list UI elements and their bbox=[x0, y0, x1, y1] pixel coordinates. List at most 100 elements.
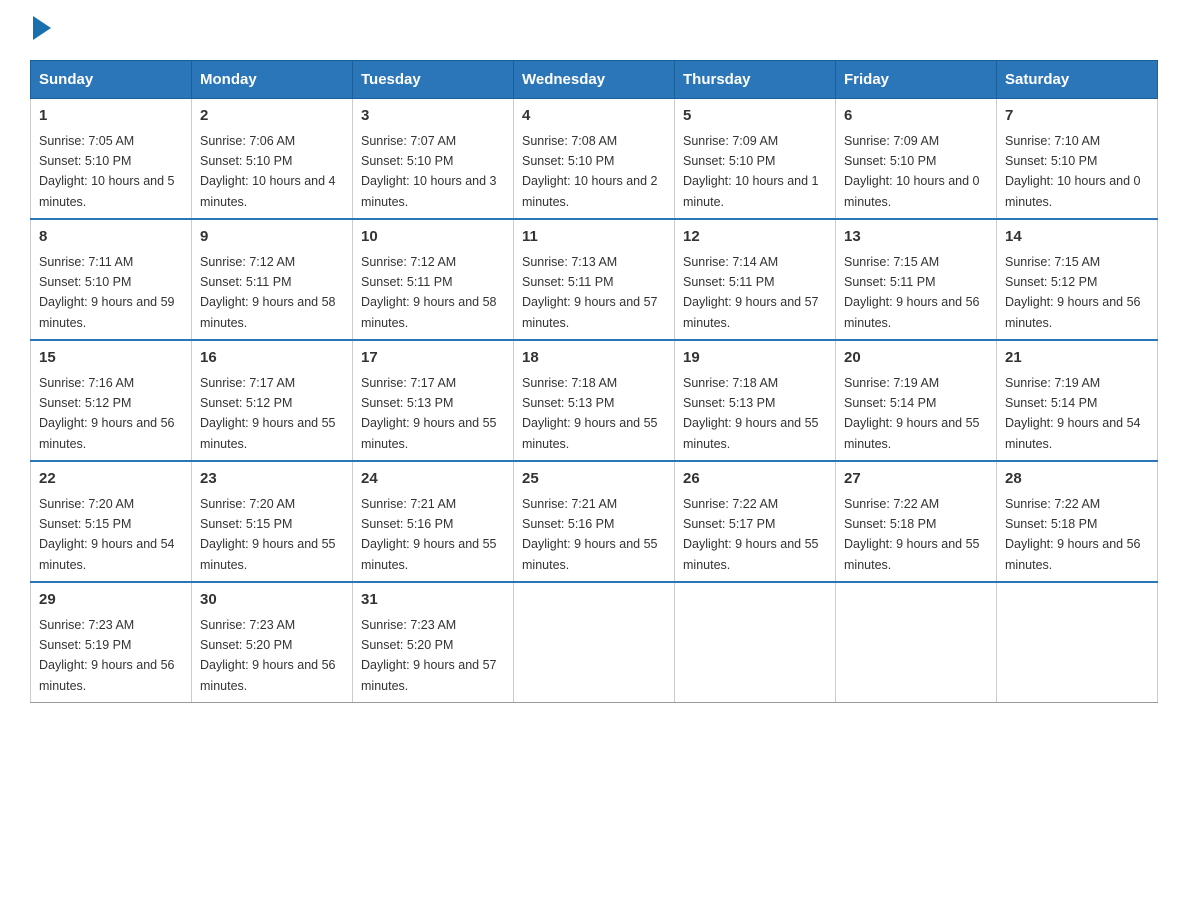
day-number: 27 bbox=[844, 468, 988, 491]
day-number: 21 bbox=[1005, 347, 1149, 370]
calendar-cell bbox=[997, 582, 1158, 703]
day-info: Sunrise: 7:23 AMSunset: 5:20 PMDaylight:… bbox=[361, 618, 497, 693]
calendar-cell: 13 Sunrise: 7:15 AMSunset: 5:11 PMDaylig… bbox=[836, 219, 997, 340]
calendar-week-row: 8 Sunrise: 7:11 AMSunset: 5:10 PMDayligh… bbox=[31, 219, 1158, 340]
calendar-cell: 30 Sunrise: 7:23 AMSunset: 5:20 PMDaylig… bbox=[192, 582, 353, 703]
day-info: Sunrise: 7:16 AMSunset: 5:12 PMDaylight:… bbox=[39, 376, 175, 451]
day-number: 28 bbox=[1005, 468, 1149, 491]
day-number: 5 bbox=[683, 105, 827, 128]
day-number: 30 bbox=[200, 589, 344, 612]
logo bbox=[30, 20, 51, 40]
day-info: Sunrise: 7:06 AMSunset: 5:10 PMDaylight:… bbox=[200, 134, 336, 209]
day-info: Sunrise: 7:22 AMSunset: 5:17 PMDaylight:… bbox=[683, 497, 819, 572]
day-number: 12 bbox=[683, 226, 827, 249]
calendar-cell: 1 Sunrise: 7:05 AMSunset: 5:10 PMDayligh… bbox=[31, 99, 192, 220]
day-number: 3 bbox=[361, 105, 505, 128]
day-info: Sunrise: 7:07 AMSunset: 5:10 PMDaylight:… bbox=[361, 134, 497, 209]
day-info: Sunrise: 7:21 AMSunset: 5:16 PMDaylight:… bbox=[361, 497, 497, 572]
day-number: 16 bbox=[200, 347, 344, 370]
day-number: 4 bbox=[522, 105, 666, 128]
day-info: Sunrise: 7:22 AMSunset: 5:18 PMDaylight:… bbox=[844, 497, 980, 572]
calendar-cell: 4 Sunrise: 7:08 AMSunset: 5:10 PMDayligh… bbox=[514, 99, 675, 220]
calendar-cell: 16 Sunrise: 7:17 AMSunset: 5:12 PMDaylig… bbox=[192, 340, 353, 461]
day-info: Sunrise: 7:12 AMSunset: 5:11 PMDaylight:… bbox=[200, 255, 336, 330]
calendar-week-row: 29 Sunrise: 7:23 AMSunset: 5:19 PMDaylig… bbox=[31, 582, 1158, 703]
calendar-cell: 25 Sunrise: 7:21 AMSunset: 5:16 PMDaylig… bbox=[514, 461, 675, 582]
calendar-header-tuesday: Tuesday bbox=[353, 61, 514, 99]
day-number: 15 bbox=[39, 347, 183, 370]
day-info: Sunrise: 7:19 AMSunset: 5:14 PMDaylight:… bbox=[1005, 376, 1141, 451]
day-info: Sunrise: 7:09 AMSunset: 5:10 PMDaylight:… bbox=[683, 134, 819, 209]
calendar-header-monday: Monday bbox=[192, 61, 353, 99]
calendar-cell: 9 Sunrise: 7:12 AMSunset: 5:11 PMDayligh… bbox=[192, 219, 353, 340]
calendar-cell: 14 Sunrise: 7:15 AMSunset: 5:12 PMDaylig… bbox=[997, 219, 1158, 340]
calendar-header-friday: Friday bbox=[836, 61, 997, 99]
day-number: 19 bbox=[683, 347, 827, 370]
day-number: 18 bbox=[522, 347, 666, 370]
day-number: 11 bbox=[522, 226, 666, 249]
calendar-header-wednesday: Wednesday bbox=[514, 61, 675, 99]
day-number: 23 bbox=[200, 468, 344, 491]
day-info: Sunrise: 7:21 AMSunset: 5:16 PMDaylight:… bbox=[522, 497, 658, 572]
day-number: 6 bbox=[844, 105, 988, 128]
calendar-cell: 24 Sunrise: 7:21 AMSunset: 5:16 PMDaylig… bbox=[353, 461, 514, 582]
day-number: 17 bbox=[361, 347, 505, 370]
day-info: Sunrise: 7:17 AMSunset: 5:12 PMDaylight:… bbox=[200, 376, 336, 451]
day-number: 9 bbox=[200, 226, 344, 249]
day-info: Sunrise: 7:15 AMSunset: 5:12 PMDaylight:… bbox=[1005, 255, 1141, 330]
calendar-cell: 19 Sunrise: 7:18 AMSunset: 5:13 PMDaylig… bbox=[675, 340, 836, 461]
calendar-header-row: SundayMondayTuesdayWednesdayThursdayFrid… bbox=[31, 61, 1158, 99]
day-info: Sunrise: 7:13 AMSunset: 5:11 PMDaylight:… bbox=[522, 255, 658, 330]
day-number: 2 bbox=[200, 105, 344, 128]
day-number: 31 bbox=[361, 589, 505, 612]
calendar-cell: 11 Sunrise: 7:13 AMSunset: 5:11 PMDaylig… bbox=[514, 219, 675, 340]
calendar-week-row: 1 Sunrise: 7:05 AMSunset: 5:10 PMDayligh… bbox=[31, 99, 1158, 220]
calendar-cell: 2 Sunrise: 7:06 AMSunset: 5:10 PMDayligh… bbox=[192, 99, 353, 220]
calendar-cell: 3 Sunrise: 7:07 AMSunset: 5:10 PMDayligh… bbox=[353, 99, 514, 220]
day-info: Sunrise: 7:19 AMSunset: 5:14 PMDaylight:… bbox=[844, 376, 980, 451]
day-info: Sunrise: 7:05 AMSunset: 5:10 PMDaylight:… bbox=[39, 134, 175, 209]
day-number: 1 bbox=[39, 105, 183, 128]
day-number: 25 bbox=[522, 468, 666, 491]
day-number: 20 bbox=[844, 347, 988, 370]
day-info: Sunrise: 7:09 AMSunset: 5:10 PMDaylight:… bbox=[844, 134, 980, 209]
day-number: 7 bbox=[1005, 105, 1149, 128]
day-info: Sunrise: 7:22 AMSunset: 5:18 PMDaylight:… bbox=[1005, 497, 1141, 572]
calendar-cell: 15 Sunrise: 7:16 AMSunset: 5:12 PMDaylig… bbox=[31, 340, 192, 461]
calendar-cell: 29 Sunrise: 7:23 AMSunset: 5:19 PMDaylig… bbox=[31, 582, 192, 703]
page-header bbox=[30, 20, 1158, 40]
calendar-cell: 17 Sunrise: 7:17 AMSunset: 5:13 PMDaylig… bbox=[353, 340, 514, 461]
calendar-table: SundayMondayTuesdayWednesdayThursdayFrid… bbox=[30, 60, 1158, 703]
day-info: Sunrise: 7:18 AMSunset: 5:13 PMDaylight:… bbox=[683, 376, 819, 451]
calendar-cell: 23 Sunrise: 7:20 AMSunset: 5:15 PMDaylig… bbox=[192, 461, 353, 582]
day-info: Sunrise: 7:23 AMSunset: 5:19 PMDaylight:… bbox=[39, 618, 175, 693]
calendar-cell bbox=[675, 582, 836, 703]
day-number: 14 bbox=[1005, 226, 1149, 249]
calendar-header-sunday: Sunday bbox=[31, 61, 192, 99]
day-info: Sunrise: 7:20 AMSunset: 5:15 PMDaylight:… bbox=[39, 497, 175, 572]
day-number: 8 bbox=[39, 226, 183, 249]
day-number: 13 bbox=[844, 226, 988, 249]
calendar-cell: 18 Sunrise: 7:18 AMSunset: 5:13 PMDaylig… bbox=[514, 340, 675, 461]
calendar-cell: 5 Sunrise: 7:09 AMSunset: 5:10 PMDayligh… bbox=[675, 99, 836, 220]
day-info: Sunrise: 7:12 AMSunset: 5:11 PMDaylight:… bbox=[361, 255, 497, 330]
day-info: Sunrise: 7:10 AMSunset: 5:10 PMDaylight:… bbox=[1005, 134, 1141, 209]
day-number: 26 bbox=[683, 468, 827, 491]
day-info: Sunrise: 7:08 AMSunset: 5:10 PMDaylight:… bbox=[522, 134, 658, 209]
calendar-cell: 27 Sunrise: 7:22 AMSunset: 5:18 PMDaylig… bbox=[836, 461, 997, 582]
calendar-cell bbox=[836, 582, 997, 703]
calendar-cell: 7 Sunrise: 7:10 AMSunset: 5:10 PMDayligh… bbox=[997, 99, 1158, 220]
day-number: 24 bbox=[361, 468, 505, 491]
day-info: Sunrise: 7:11 AMSunset: 5:10 PMDaylight:… bbox=[39, 255, 175, 330]
calendar-cell: 12 Sunrise: 7:14 AMSunset: 5:11 PMDaylig… bbox=[675, 219, 836, 340]
day-info: Sunrise: 7:18 AMSunset: 5:13 PMDaylight:… bbox=[522, 376, 658, 451]
calendar-cell: 21 Sunrise: 7:19 AMSunset: 5:14 PMDaylig… bbox=[997, 340, 1158, 461]
logo-arrow-icon bbox=[33, 16, 51, 40]
calendar-header-thursday: Thursday bbox=[675, 61, 836, 99]
day-info: Sunrise: 7:17 AMSunset: 5:13 PMDaylight:… bbox=[361, 376, 497, 451]
calendar-cell: 8 Sunrise: 7:11 AMSunset: 5:10 PMDayligh… bbox=[31, 219, 192, 340]
calendar-cell: 20 Sunrise: 7:19 AMSunset: 5:14 PMDaylig… bbox=[836, 340, 997, 461]
calendar-week-row: 22 Sunrise: 7:20 AMSunset: 5:15 PMDaylig… bbox=[31, 461, 1158, 582]
calendar-cell: 28 Sunrise: 7:22 AMSunset: 5:18 PMDaylig… bbox=[997, 461, 1158, 582]
day-info: Sunrise: 7:15 AMSunset: 5:11 PMDaylight:… bbox=[844, 255, 980, 330]
